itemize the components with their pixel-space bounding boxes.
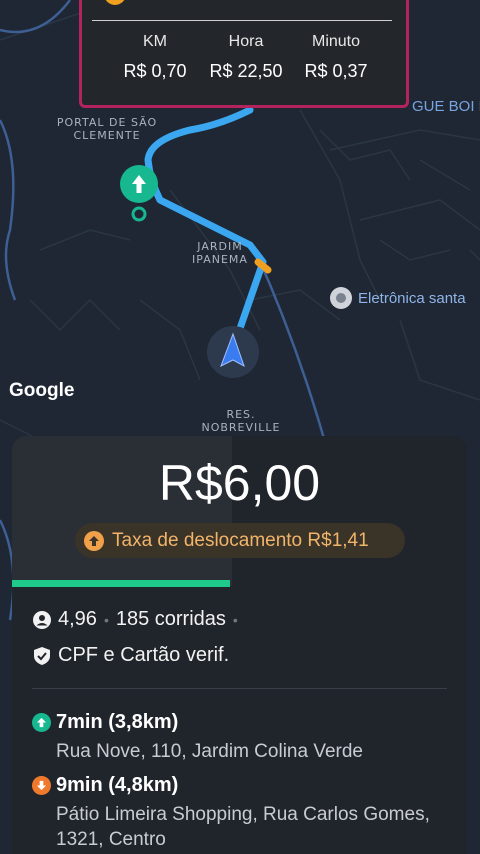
poi-label[interactable]: Eletrônica santa [358,290,466,307]
rate-card-icon [104,0,126,5]
rate-value: R$ 22,50 [209,61,283,81]
rate-value: R$ 0,70 [123,61,187,81]
divider [32,688,447,689]
user-icon [32,610,52,630]
arrow-up-circle-icon [84,530,104,551]
pickup-arrow-up-icon [32,713,51,732]
map-label-res: RES. NOBREVILLE [201,408,281,434]
dropoff-address: Pátio Limeira Shopping, Rua Carlos Gomes… [56,804,430,850]
map-label-jardim: JARDIM IPANEMA [192,240,248,266]
travel-fee-label: Taxa de deslocamento R$1,41 [112,529,369,551]
map-label-portal: PORTAL DE SÃO CLEMENTE [56,116,158,142]
pickup-eta: 7min (3,8km) [32,711,178,734]
dropoff-arrow-down-icon [32,776,51,795]
rate-column-hora: Hora R$ 22,50 [198,33,294,82]
rate-card: KM R$ 0,70 Hora R$ 22,50 Minuto R$ 0,37 [79,0,409,108]
rider-rides: 185 corridas [115,608,226,630]
rider-stats: 4,96 • 185 corridas • [32,608,245,631]
separator-dot: • [103,611,109,628]
app-screen: PORTAL DE SÃO CLEMENTE JARDIM IPANEMA RE… [0,0,480,854]
rate-header: Hora [228,33,264,50]
rider-rating: 4,96 [58,608,97,630]
ride-offer-sheet[interactable]: R$6,00 Taxa de deslocamento R$1,41 4,96 … [12,436,467,854]
google-logo: Google [9,380,75,401]
dropoff-eta: 9min (4,8km) [32,774,178,797]
offer-price: R$6,00 [158,455,321,511]
rate-column-minuto: Minuto R$ 0,37 [288,33,384,82]
route-line [144,106,267,344]
dropoff-title: 9min (4,8km) [56,774,179,796]
rate-header: KM [143,33,167,50]
rate-value: R$ 0,37 [304,61,368,81]
travel-fee-badge: Taxa de deslocamento R$1,41 [75,523,405,558]
rider-verification: CPF e Cartão verif. [32,644,229,667]
rate-column-km: KM R$ 0,70 [107,33,203,82]
shield-check-icon [32,646,52,666]
verification-label: CPF e Cartão verif. [58,644,230,666]
map-label-road: GUE BOI M [412,98,480,115]
rate-header: Minuto [311,33,361,50]
pickup-address: Rua Nove, 110, Jardim Colina Verde [56,741,363,762]
pickup-title: 7min (3,8km) [56,711,179,733]
rate-card-divider [92,20,392,21]
separator-dot: • [232,611,238,628]
offer-progress-bar [12,580,230,587]
